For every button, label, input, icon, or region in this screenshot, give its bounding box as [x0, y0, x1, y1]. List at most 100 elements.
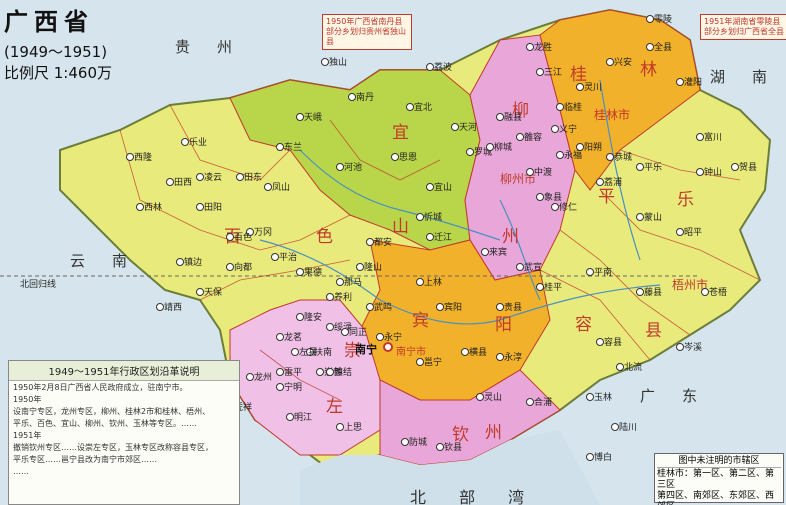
town-marker: [556, 103, 564, 111]
town-label: 平治: [279, 253, 298, 263]
town-label: 三江: [544, 68, 563, 78]
town-label: 向都: [234, 263, 253, 273]
town-label: 横县: [469, 348, 488, 358]
map-title: 广西省: [4, 8, 94, 36]
town-label: 昭平: [684, 228, 703, 238]
town-label: 靖西: [164, 303, 183, 313]
town-label: 天保: [204, 288, 223, 298]
town-marker: [296, 313, 304, 321]
town-label: 养利: [334, 293, 353, 303]
town-marker: [646, 15, 654, 23]
town-marker: [536, 68, 544, 76]
town-label: 百色: [234, 233, 253, 243]
neighbor-guangdong: 广 东: [640, 387, 704, 405]
town-label: 乐业: [189, 138, 208, 148]
town-marker: [551, 125, 559, 133]
town-marker: [616, 363, 624, 371]
town-marker: [461, 348, 469, 356]
town-marker: [196, 173, 204, 181]
town-marker: [276, 333, 284, 341]
town-label: 隆安: [304, 313, 323, 323]
admin-notes-header: 1949～1951年行政区划沿革说明: [9, 361, 239, 381]
town-label: 果德: [304, 268, 323, 278]
town-marker: [426, 233, 434, 241]
town-marker: [586, 393, 594, 401]
admin-notes-line: 平乐、百色、宜山、柳州、钦州、玉林等专区。……: [13, 419, 197, 428]
town-label: 南丹: [356, 93, 375, 103]
town-label: 岑溪: [684, 343, 703, 353]
region-rongxian-2: 县: [645, 321, 664, 341]
legend-line: 桂林市：第一区、第二区、第三区: [657, 469, 775, 490]
admin-notes-line: 1950年2月8日广西省人民政府成立，驻南宁市。: [13, 383, 188, 392]
town-label: 天河: [459, 123, 478, 133]
neighbor-hunan: 湖 南: [710, 68, 774, 86]
region-yishan-1: 宜: [392, 123, 411, 143]
town-label: 兴安: [614, 58, 633, 68]
map-scale: 比例尺 1:460万: [4, 64, 112, 82]
town-label: 桂平: [544, 283, 563, 293]
province-map: 广西省 (1949～1951) 比例尺 1:460万 1950年广西省南丹县部分…: [0, 0, 786, 505]
town-label: 雒容: [524, 133, 543, 143]
town-marker: [696, 168, 704, 176]
map-period: (1949～1951): [4, 43, 108, 61]
town-marker: [406, 103, 414, 111]
town-marker: [436, 443, 444, 451]
town-label: 义宁: [559, 125, 578, 135]
admin-notes-line: ……: [13, 467, 29, 476]
town-label: 西林: [144, 203, 163, 213]
town-label: 钟山: [704, 168, 723, 178]
town-label: 田东: [244, 173, 263, 183]
town-marker: [586, 453, 594, 461]
town-marker: [276, 368, 284, 376]
town-marker: [496, 303, 504, 311]
town-marker: [466, 148, 474, 156]
town-label: 贺县: [739, 163, 758, 173]
town-marker: [556, 151, 564, 159]
town-label: 荔浦: [604, 178, 623, 188]
town-label: 苍梧: [709, 288, 728, 298]
town-marker: [326, 368, 334, 376]
town-marker: [391, 153, 399, 161]
town-marker: [646, 43, 654, 51]
town-marker: [296, 268, 304, 276]
town-label: 迁江: [434, 233, 453, 243]
town-marker: [611, 423, 619, 431]
town-marker: [426, 183, 434, 191]
town-label: 钦县: [444, 443, 463, 453]
town-marker: [341, 328, 349, 336]
town-marker: [196, 288, 204, 296]
town-label: 平乐: [644, 163, 663, 173]
town-marker: [326, 323, 334, 331]
town-label: 镇结: [334, 368, 353, 378]
town-marker: [176, 258, 184, 266]
town-marker: [271, 253, 279, 261]
town-label: 都安: [374, 238, 393, 248]
capital-marker: [383, 342, 393, 352]
town-marker: [126, 153, 134, 161]
legend-header: 图中未注明的市辖区: [657, 456, 781, 468]
town-label: 容县: [604, 338, 623, 348]
town-marker: [366, 238, 374, 246]
town-marker: [276, 143, 284, 151]
town-label: 融县: [504, 113, 523, 123]
town-label: 宾阳: [444, 303, 463, 313]
town-label: 零陵: [654, 15, 673, 25]
town-label: 明江: [294, 413, 313, 423]
town-marker: [731, 163, 739, 171]
town-label: 凤山: [272, 183, 291, 193]
town-marker: [696, 133, 704, 141]
town-marker: [526, 43, 534, 51]
neighbor-guizhou: 贵 州: [175, 38, 239, 56]
region-yishan-2: 山: [392, 217, 411, 237]
town-marker: [166, 178, 174, 186]
town-marker: [481, 248, 489, 256]
town-label: 武鸣: [374, 303, 393, 313]
town-label: 防城: [409, 438, 428, 448]
town-marker: [586, 268, 594, 276]
city-guilin: 桂林市: [594, 108, 631, 122]
region-rongxian-1: 容: [575, 315, 594, 335]
town-label: 恭城: [614, 153, 633, 163]
town-label: 北流: [624, 363, 643, 373]
town-marker: [156, 303, 164, 311]
town-marker: [476, 393, 484, 401]
